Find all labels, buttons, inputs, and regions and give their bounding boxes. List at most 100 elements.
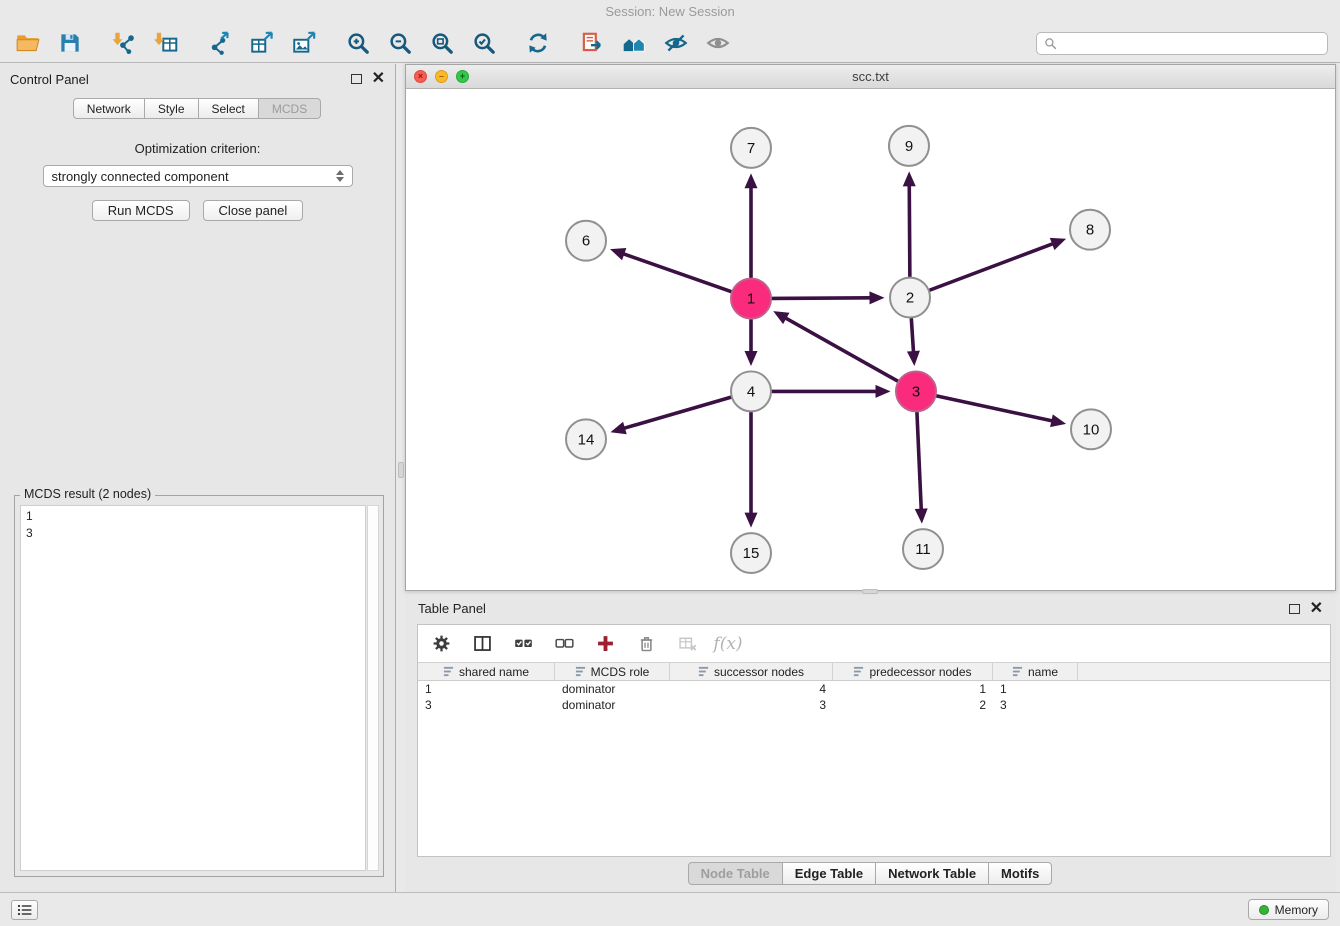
column-header-predecessor-nodes[interactable]: predecessor nodes xyxy=(833,663,993,680)
plus-icon xyxy=(595,633,616,654)
table-options-button[interactable] xyxy=(429,632,453,656)
float-panel-icon[interactable] xyxy=(351,74,362,84)
tab-network[interactable]: Network xyxy=(73,98,145,119)
horizontal-splitter-handle[interactable] xyxy=(862,589,878,594)
criterion-select[interactable]: strongly connected component xyxy=(43,165,353,187)
edge-1-6[interactable] xyxy=(610,248,731,291)
node-7[interactable]: 7 xyxy=(731,128,771,168)
close-table-panel-icon[interactable]: ✕ xyxy=(1310,602,1323,616)
zoom-out-button[interactable] xyxy=(384,27,416,59)
gear-icon xyxy=(431,633,452,654)
close-panel-button[interactable]: Close panel xyxy=(203,200,304,221)
edge-2-8[interactable] xyxy=(930,238,1066,290)
refresh-view-button[interactable] xyxy=(522,27,554,59)
select-all-button[interactable] xyxy=(511,632,535,656)
tab-node-table[interactable]: Node Table xyxy=(688,862,783,885)
edge-2-9[interactable] xyxy=(903,171,916,276)
tab-motifs[interactable]: Motifs xyxy=(988,862,1052,885)
edge-1-4[interactable] xyxy=(745,320,758,366)
tab-mcds[interactable]: MCDS xyxy=(258,98,321,119)
edge-2-3[interactable] xyxy=(907,319,920,366)
zoom-in-button[interactable] xyxy=(342,27,374,59)
houses-button[interactable] xyxy=(618,27,650,59)
tab-style[interactable]: Style xyxy=(144,98,199,119)
node-4[interactable]: 4 xyxy=(731,371,771,411)
eye-slash-button[interactable] xyxy=(660,27,692,59)
node-6[interactable]: 6 xyxy=(566,221,606,261)
node-8[interactable]: 8 xyxy=(1070,210,1110,250)
search-field[interactable] xyxy=(1036,32,1328,55)
delete-column-button[interactable] xyxy=(634,632,658,656)
window-close-button[interactable]: × xyxy=(414,70,427,83)
column-header-successor-nodes[interactable]: successor nodes xyxy=(670,663,833,680)
search-input[interactable] xyxy=(1063,36,1320,50)
zoom-selected-button[interactable] xyxy=(468,27,500,59)
network-canvas-svg[interactable]: 7 9 6 8 1 2 4 3 14 10 15 11 xyxy=(406,90,1335,590)
tab-edge-table[interactable]: Edge Table xyxy=(782,862,876,885)
document-network-button[interactable] xyxy=(576,27,608,59)
tab-network-table[interactable]: Network Table xyxy=(875,862,989,885)
save-session-button[interactable] xyxy=(54,27,86,59)
control-panel: Control Panel ✕ NetworkStyleSelectMCDS O… xyxy=(0,64,396,892)
table-row[interactable]: 3dominator323 xyxy=(418,697,1330,713)
edge-4-14[interactable] xyxy=(610,397,730,434)
network-canvas[interactable]: 7 9 6 8 1 2 4 3 14 10 15 11 xyxy=(406,90,1335,590)
node-10[interactable]: 10 xyxy=(1071,409,1111,449)
open-file-button[interactable] xyxy=(12,27,44,59)
close-panel-icon[interactable]: ✕ xyxy=(372,72,385,86)
eye-button[interactable] xyxy=(702,27,734,59)
export-network-icon xyxy=(207,30,233,56)
table-cell: 1 xyxy=(418,682,555,696)
node-3[interactable]: 3 xyxy=(896,371,936,411)
arrowhead-icon xyxy=(915,508,928,523)
table-row[interactable]: 1dominator411 xyxy=(418,681,1330,697)
edge-3-10[interactable] xyxy=(937,396,1066,427)
panel-menu-button[interactable] xyxy=(11,900,38,920)
edge-1-2[interactable] xyxy=(772,291,884,304)
import-network-button[interactable] xyxy=(108,27,140,59)
node-15[interactable]: 15 xyxy=(731,533,771,573)
node-14[interactable]: 14 xyxy=(566,419,606,459)
node-11[interactable]: 11 xyxy=(903,529,943,569)
edge-4-15[interactable] xyxy=(745,413,758,528)
show-columns-button[interactable] xyxy=(470,632,494,656)
network-window-titlebar[interactable]: scc.txt × – + xyxy=(406,65,1335,89)
table-cell: 1 xyxy=(833,682,993,696)
memory-button[interactable]: Memory xyxy=(1248,899,1329,920)
edge-4-3[interactable] xyxy=(773,385,891,398)
column-header-name[interactable]: name xyxy=(993,663,1078,680)
window-minimize-button[interactable]: – xyxy=(435,70,448,83)
window-zoom-button[interactable]: + xyxy=(456,70,469,83)
edge-3-1[interactable] xyxy=(773,311,897,381)
import-table-button[interactable] xyxy=(150,27,182,59)
arrowhead-icon xyxy=(610,422,626,434)
node-1[interactable]: 1 xyxy=(731,279,771,319)
export-network-button[interactable] xyxy=(204,27,236,59)
select-chevrons-icon xyxy=(336,170,344,182)
float-table-panel-icon[interactable] xyxy=(1289,604,1300,614)
sort-grid-icon xyxy=(575,666,586,677)
tab-select[interactable]: Select xyxy=(198,98,259,119)
table-panel-title: Table Panel xyxy=(418,601,486,616)
run-mcds-button[interactable]: Run MCDS xyxy=(92,200,190,221)
vertical-splitter-handle[interactable] xyxy=(398,462,404,478)
node-2[interactable]: 2 xyxy=(890,278,930,318)
export-table-button[interactable] xyxy=(246,27,278,59)
node-9[interactable]: 9 xyxy=(889,126,929,166)
column-header-shared-name[interactable]: shared name xyxy=(418,663,555,680)
result-scrollbar[interactable] xyxy=(367,505,379,871)
export-image-button[interactable] xyxy=(288,27,320,59)
zoom-fit-button[interactable] xyxy=(426,27,458,59)
deselect-all-button[interactable] xyxy=(552,632,576,656)
create-column-button[interactable] xyxy=(593,632,617,656)
edge-1-7[interactable] xyxy=(745,173,758,277)
arrowhead-icon xyxy=(745,513,758,528)
edge-3-11[interactable] xyxy=(915,413,928,524)
delete-table-button xyxy=(675,632,699,656)
node-label: 9 xyxy=(905,138,913,155)
network-view-window: scc.txt × – + 7 9 6 8 1 2 4 3 14 10 15 11 xyxy=(405,64,1336,591)
column-header-mcds-role[interactable]: MCDS role xyxy=(555,663,670,680)
delete-table-icon xyxy=(677,633,698,654)
import-table-icon xyxy=(153,30,179,56)
document-network-icon xyxy=(579,30,605,56)
